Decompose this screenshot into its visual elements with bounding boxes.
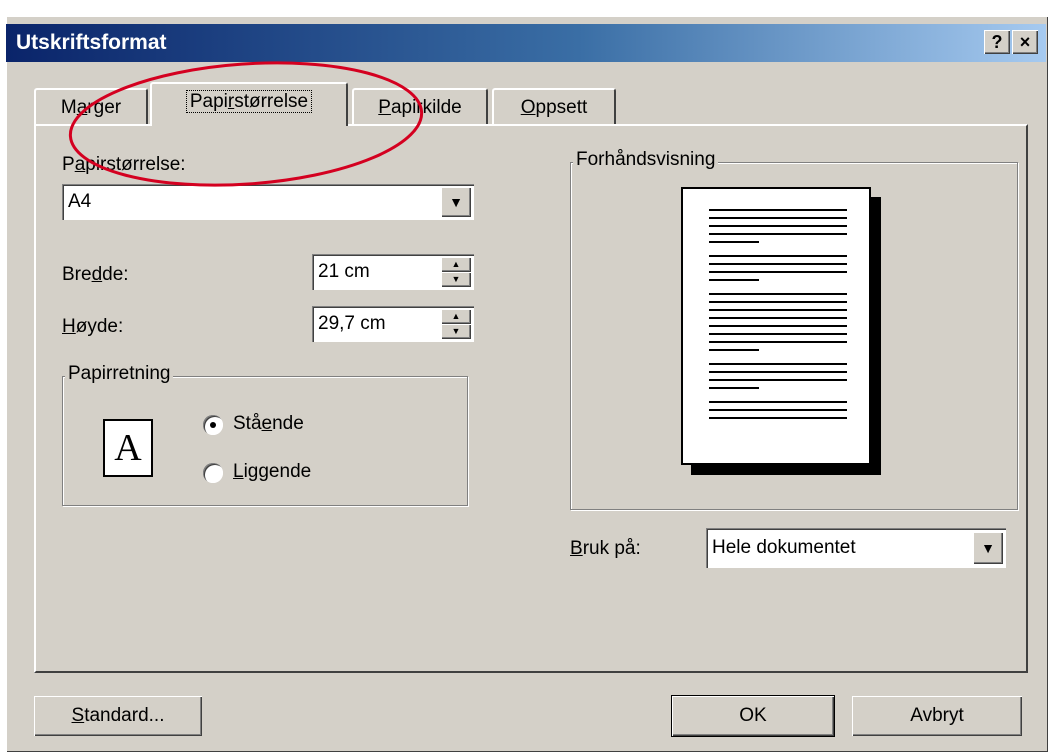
portrait-orientation-icon: A xyxy=(103,419,153,477)
radio-selected-dot xyxy=(210,422,216,428)
tab-label-accel: a xyxy=(76,97,88,118)
paper-size-label: Papirstørrelse: xyxy=(62,154,186,175)
tab-label: M xyxy=(60,97,77,118)
help-button[interactable]: ? xyxy=(984,30,1010,54)
arrow-up-icon[interactable]: ▲ xyxy=(441,309,471,324)
portrait-label[interactable]: Stående xyxy=(233,413,304,435)
standard-button[interactable]: Standard... xyxy=(34,696,202,736)
tab-label: rger xyxy=(87,97,122,118)
tab-label: Papi xyxy=(189,91,228,112)
ok-button[interactable]: OK xyxy=(671,695,835,737)
tab-panel: Papirstørrelse: A4 ▼ Bredde: 21 cm ▲ ▼ H… xyxy=(34,124,1028,673)
paper-size-value: A4 xyxy=(68,191,92,212)
width-value: 21 cm xyxy=(318,261,370,282)
height-spinner[interactable]: 29,7 cm ▲ ▼ xyxy=(312,306,474,342)
arrow-down-icon[interactable]: ▼ xyxy=(441,324,471,339)
cancel-button[interactable]: Avbryt xyxy=(852,696,1022,736)
arrow-down-icon[interactable]: ▼ xyxy=(441,272,471,287)
height-value: 29,7 cm xyxy=(318,313,386,334)
landscape-label[interactable]: Liggende xyxy=(233,461,311,483)
chevron-down-icon[interactable]: ▼ xyxy=(973,532,1003,564)
apply-to-select[interactable]: Hele dokumentet ▼ xyxy=(706,528,1006,568)
height-label: Høyde: xyxy=(62,316,124,337)
apply-to-value: Hele dokumentet xyxy=(712,537,856,558)
tab-marger[interactable]: Marger xyxy=(34,88,148,126)
chevron-down-icon[interactable]: ▼ xyxy=(441,187,471,217)
tab-focus: Papirstørrelse xyxy=(185,90,313,113)
landscape-radio[interactable] xyxy=(203,463,223,483)
preview-group: Forhåndsvisning xyxy=(570,149,1018,510)
page-preview xyxy=(681,187,871,465)
tab-papirkilde[interactable]: Papirkilde xyxy=(352,88,488,126)
portrait-radio[interactable] xyxy=(203,415,223,435)
orientation-icon-letter: A xyxy=(114,427,142,469)
dialog-title: Utskriftsformat xyxy=(16,31,167,54)
width-spinner[interactable]: 21 cm ▲ ▼ xyxy=(312,254,474,290)
arrow-up-icon[interactable]: ▲ xyxy=(441,257,471,272)
tab-label-accel: O xyxy=(520,97,536,118)
tab-label: størrelse xyxy=(234,91,309,112)
title-bar: Utskriftsformat ? × xyxy=(6,24,1046,62)
tab-papirstorrelse[interactable]: Papirstørrelse xyxy=(150,82,348,126)
tab-label: apirkilde xyxy=(390,97,462,118)
width-label: Bredde: xyxy=(62,264,129,285)
tab-oppsett[interactable]: Oppsett xyxy=(492,88,616,126)
close-button[interactable]: × xyxy=(1012,30,1038,54)
paper-size-select[interactable]: A4 ▼ xyxy=(62,184,474,220)
apply-to-label: Bruk på: xyxy=(570,538,641,559)
tab-label-accel: P xyxy=(378,97,391,118)
orientation-group-label: Papirretning xyxy=(65,363,174,385)
tab-label: ppsett xyxy=(535,97,588,118)
preview-group-label: Forhåndsvisning xyxy=(573,149,719,171)
orientation-group: Papirretning A Stående Liggende xyxy=(62,363,468,506)
